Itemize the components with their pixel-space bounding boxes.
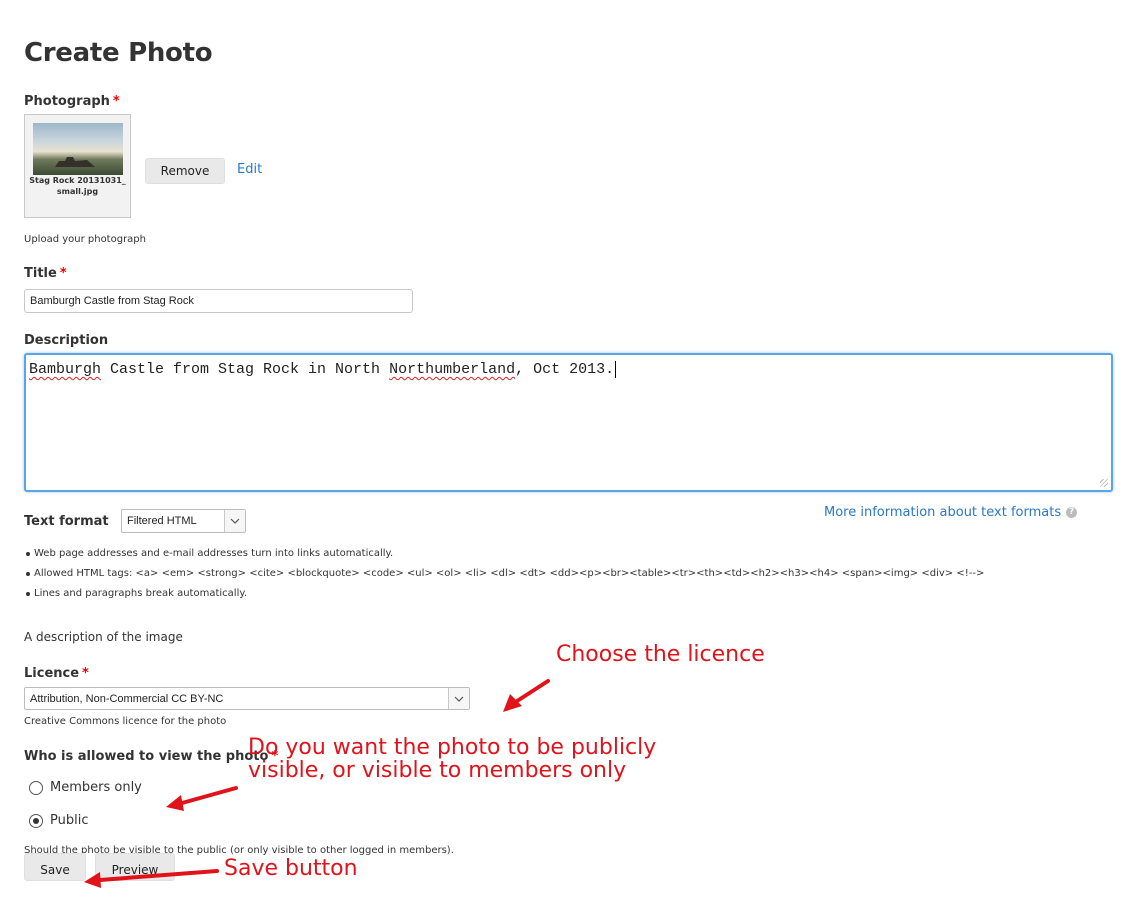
- arrow-icon: [84, 869, 219, 888]
- arrow-icon: [503, 679, 550, 712]
- annotation-arrows: [84, 679, 550, 888]
- arrow-icon: [166, 786, 238, 811]
